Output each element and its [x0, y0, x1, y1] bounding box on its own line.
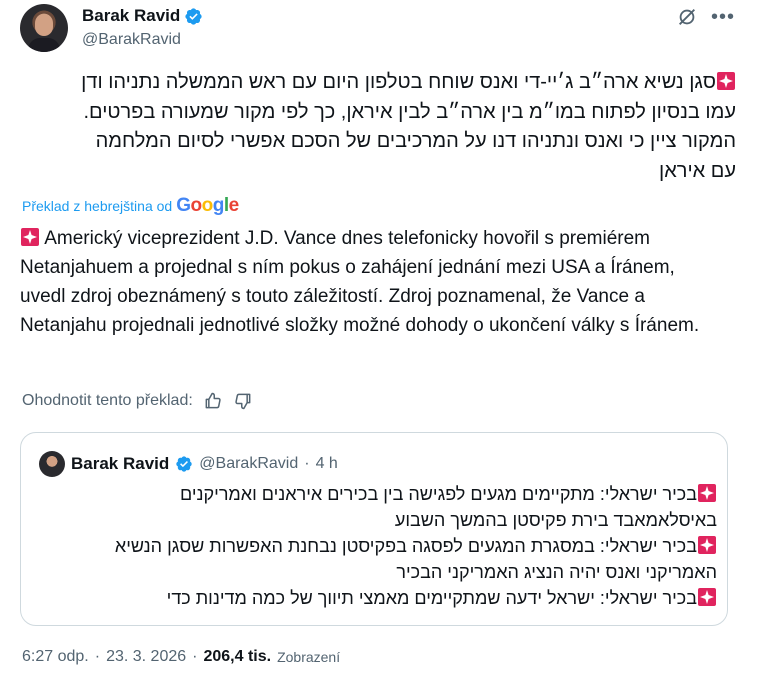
views-label: Zobrazení	[277, 649, 341, 665]
grok-icon[interactable]	[676, 6, 698, 28]
more-icon[interactable]: •••	[711, 6, 734, 28]
quoted-post-text: בכיר ישראלי: מתקיימים מגעים לפגישה בין ב…	[37, 481, 717, 611]
translation-text: Americký viceprezident J.D. Vance dnes t…	[20, 228, 700, 336]
post-metadata: 6:27 odp. · 23. 3. 2026 · 206,4 tis. Zob…	[22, 648, 340, 666]
thumbs-up-icon[interactable]	[203, 391, 223, 411]
quoted-line: בכיר ישראלי: מתקיימים מגעים לפגישה בין ב…	[37, 481, 717, 507]
separator-dot: ·	[94, 648, 101, 665]
quoted-post[interactable]: Barak Ravid @BarakRavid · 4 h בכיר ישראל…	[20, 432, 728, 626]
siren-icon	[21, 228, 39, 246]
verified-badge-icon	[185, 7, 202, 25]
hebrew-line: המקור ציין כי ואנס ונתניהו דנו על המרכיב…	[95, 130, 736, 152]
author-display-name[interactable]: Barak Ravid	[82, 6, 180, 26]
siren-icon	[698, 588, 716, 606]
thumbs-down-icon[interactable]	[233, 391, 253, 411]
quoted-author-handle: @BarakRavid	[199, 455, 299, 472]
rate-translation: Ohodnotit tento překlad:	[22, 391, 253, 411]
separator-dot: ·	[304, 455, 310, 472]
quoted-line: בכיר ישראלי: במסגרת המגעים לפסגה בפקיסטן…	[37, 533, 717, 559]
translate-label: Překlad z hebrejština od	[22, 198, 173, 214]
quoted-post-header: Barak Ravid @BarakRavid · 4 h	[39, 451, 338, 477]
post-text-hebrew: סגן נשיא ארה״ב ג׳יי-די ואנס שוחח בטלפון …	[20, 68, 736, 186]
post-time[interactable]: 6:27 odp.	[22, 648, 89, 666]
quoted-author-name: Barak Ravid	[71, 454, 170, 473]
post-text-translation: Americký viceprezident J.D. Vance dnes t…	[20, 224, 720, 340]
quoted-line: בכיר ישראלי: ישראל ידעה שמתקיימים מאמצי …	[37, 585, 717, 611]
quoted-avatar	[39, 451, 65, 477]
avatar[interactable]	[20, 4, 68, 52]
quoted-line: האמריקני ואנס יהיה הנציג האמריקני הבכיר	[396, 562, 717, 582]
hebrew-line: סגן נשיא ארה״ב ג׳יי-די ואנס שוחח בטלפון …	[20, 68, 736, 98]
hebrew-line: עמו בנסיון לפתוח במו״מ בין ארה״ב לבין אי…	[83, 100, 736, 123]
rate-label: Ohodnotit tento překlad:	[22, 392, 193, 409]
separator-dot: ·	[192, 648, 198, 665]
post-header: Barak Ravid @BarakRavid •••	[20, 4, 740, 56]
siren-icon	[698, 536, 716, 554]
author-name-line: Barak Ravid	[82, 6, 203, 26]
google-logo: Google	[176, 195, 239, 216]
translation-attribution[interactable]: Překlad z hebrejština od Google	[22, 195, 239, 217]
author-handle[interactable]: @BarakRavid	[82, 31, 181, 49]
post-date[interactable]: 23. 3. 2026	[106, 648, 186, 666]
hebrew-line: עם איראן	[659, 159, 736, 182]
views-count: 206,4 tis.	[203, 648, 272, 665]
quoted-line: באיסלאמאבד בירת פקיסטן בהמשך השבוע	[394, 510, 717, 530]
header-actions: •••	[676, 6, 734, 28]
verified-badge-icon	[176, 456, 192, 472]
siren-icon	[717, 72, 735, 90]
quoted-post-time: 4 h	[315, 455, 338, 472]
siren-icon	[698, 484, 716, 502]
